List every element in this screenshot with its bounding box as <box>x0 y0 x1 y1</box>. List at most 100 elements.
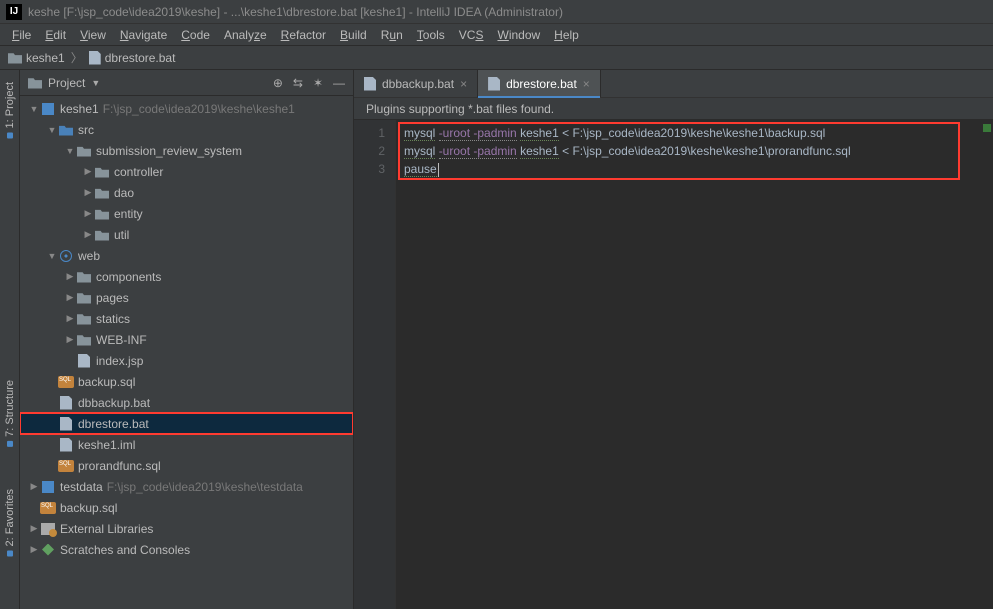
hide-icon[interactable]: — <box>333 76 345 90</box>
breadcrumb-label: keshe1 <box>26 51 65 65</box>
menu-analyze[interactable]: Analyze <box>218 26 273 44</box>
pkg-icon <box>94 208 110 220</box>
tree-label: dao <box>114 186 134 200</box>
menu-help[interactable]: Help <box>548 26 585 44</box>
menu-build[interactable]: Build <box>334 26 373 44</box>
tree-label: keshe1.iml <box>78 438 135 452</box>
tree-item-backup-sql[interactable]: backup.sql <box>20 497 353 518</box>
menu-code[interactable]: Code <box>175 26 216 44</box>
scratch-icon <box>40 544 56 556</box>
tree-arrow-icon[interactable] <box>64 313 76 324</box>
tree-label: submission_review_system <box>96 144 242 158</box>
editor-tabs: dbbackup.bat × dbrestore.bat × <box>354 70 993 98</box>
tree-arrow-icon[interactable] <box>46 251 58 261</box>
tree-item-statics[interactable]: statics <box>20 308 353 329</box>
tree-arrow-icon[interactable] <box>64 334 76 345</box>
code-content[interactable]: mysql -uroot -padmin keshe1 < F:\jsp_cod… <box>404 124 993 178</box>
code-line[interactable]: mysql -uroot -padmin keshe1 < F:\jsp_cod… <box>404 142 993 160</box>
tree-item-web[interactable]: web <box>20 245 353 266</box>
file-icon <box>89 51 101 65</box>
tool-tab-favorites[interactable]: 2: Favorites <box>2 483 18 562</box>
menu-edit[interactable]: Edit <box>39 26 72 44</box>
tree-arrow-icon[interactable] <box>64 146 76 156</box>
tree-label: entity <box>114 207 143 221</box>
tab-dbbackup[interactable]: dbbackup.bat × <box>354 70 478 97</box>
tree-item-pages[interactable]: pages <box>20 287 353 308</box>
menu-view[interactable]: View <box>74 26 112 44</box>
tree-item-testdata[interactable]: testdata F:\jsp_code\idea2019\keshe\test… <box>20 476 353 497</box>
tree-item-entity[interactable]: entity <box>20 203 353 224</box>
tree-arrow-icon[interactable] <box>82 229 94 240</box>
editor-notification[interactable]: Plugins supporting *.bat files found. <box>354 98 993 120</box>
tree-label: src <box>78 123 94 137</box>
breadcrumb-label: dbrestore.bat <box>105 51 176 65</box>
tree-item-components[interactable]: components <box>20 266 353 287</box>
lib-icon <box>40 523 56 535</box>
tree-label: dbrestore.bat <box>78 417 149 431</box>
tree-arrow-icon[interactable] <box>28 523 40 534</box>
tree-item-web-inf[interactable]: WEB-INF <box>20 329 353 350</box>
tree-arrow-icon[interactable] <box>28 544 40 555</box>
tree-item-controller[interactable]: controller <box>20 161 353 182</box>
pkg-icon <box>94 187 110 199</box>
line-gutter: 123 <box>354 120 396 609</box>
locate-icon[interactable]: ⊕ <box>273 76 283 90</box>
menu-tools[interactable]: Tools <box>411 26 451 44</box>
menu-refactor[interactable]: Refactor <box>275 26 332 44</box>
tree-arrow-icon[interactable] <box>46 125 58 135</box>
tree-arrow-icon[interactable] <box>82 208 94 219</box>
tree-item-dbrestore-bat[interactable]: dbrestore.bat <box>20 413 353 434</box>
menu-run[interactable]: Run <box>375 26 409 44</box>
web-icon <box>58 250 74 262</box>
tree-arrow-icon[interactable] <box>82 187 94 198</box>
tree-arrow-icon[interactable] <box>28 104 40 114</box>
tree-arrow-icon[interactable] <box>64 271 76 282</box>
tree-item-util[interactable]: util <box>20 224 353 245</box>
menu-file[interactable]: File <box>6 26 37 44</box>
tree-item-submission-review-system[interactable]: submission_review_system <box>20 140 353 161</box>
code-line[interactable]: mysql -uroot -padmin keshe1 < F:\jsp_cod… <box>404 124 993 142</box>
tree-label: statics <box>96 312 130 326</box>
project-icon <box>28 77 42 89</box>
menu-vcs[interactable]: VCS <box>453 26 490 44</box>
close-icon[interactable]: × <box>460 77 467 91</box>
breadcrumb: keshe1 〉 dbrestore.bat <box>0 46 993 70</box>
titlebar: IJ keshe [F:\jsp_code\idea2019\keshe] - … <box>0 0 993 24</box>
folder-icon <box>76 271 92 283</box>
dropdown-icon[interactable]: ▼ <box>91 78 100 88</box>
tool-window-stripe: 1: Project 7: Structure 2: Favorites <box>0 70 20 609</box>
code-line[interactable]: pause <box>404 160 993 178</box>
project-tree[interactable]: keshe1 F:\jsp_code\idea2019\keshe\keshe1… <box>20 96 353 609</box>
breadcrumb-item[interactable]: keshe1 <box>8 51 65 65</box>
error-stripe-marker[interactable] <box>983 124 991 132</box>
tree-arrow-icon[interactable] <box>28 481 40 492</box>
tree-label: WEB-INF <box>96 333 147 347</box>
gear-icon[interactable]: ✶ <box>313 76 323 90</box>
breadcrumb-item[interactable]: dbrestore.bat <box>89 51 176 65</box>
menu-navigate[interactable]: Navigate <box>114 26 173 44</box>
menu-window[interactable]: Window <box>491 26 546 44</box>
tree-item-keshe1[interactable]: keshe1 F:\jsp_code\idea2019\keshe\keshe1 <box>20 98 353 119</box>
line-number: 3 <box>354 160 385 178</box>
tree-item-dbbackup-bat[interactable]: dbbackup.bat <box>20 392 353 413</box>
tree-item-backup-sql[interactable]: backup.sql <box>20 371 353 392</box>
folder-icon <box>76 334 92 346</box>
tree-arrow-icon[interactable] <box>82 166 94 177</box>
tree-item-prorandfunc-sql[interactable]: prorandfunc.sql <box>20 455 353 476</box>
tree-item-index-jsp[interactable]: index.jsp <box>20 350 353 371</box>
tree-label: components <box>96 270 161 284</box>
tree-item-scratches-and-consoles[interactable]: Scratches and Consoles <box>20 539 353 560</box>
tree-item-external-libraries[interactable]: External Libraries <box>20 518 353 539</box>
close-icon[interactable]: × <box>583 77 590 91</box>
tree-item-dao[interactable]: dao <box>20 182 353 203</box>
tree-item-src[interactable]: src <box>20 119 353 140</box>
tree-arrow-icon[interactable] <box>64 292 76 303</box>
project-tool-window: Project ▼ ⊕ ⇆ ✶ — keshe1 F:\jsp_code\ide… <box>20 70 354 609</box>
tool-tab-structure[interactable]: 7: Structure <box>2 374 18 453</box>
expand-icon[interactable]: ⇆ <box>293 76 303 90</box>
tool-tab-project[interactable]: 1: Project <box>2 76 18 144</box>
tab-dbrestore[interactable]: dbrestore.bat × <box>478 70 601 97</box>
code-editor[interactable]: 123 mysql -uroot -padmin keshe1 < F:\jsp… <box>354 120 993 609</box>
tree-label: index.jsp <box>96 354 143 368</box>
tree-item-keshe1-iml[interactable]: keshe1.iml <box>20 434 353 455</box>
